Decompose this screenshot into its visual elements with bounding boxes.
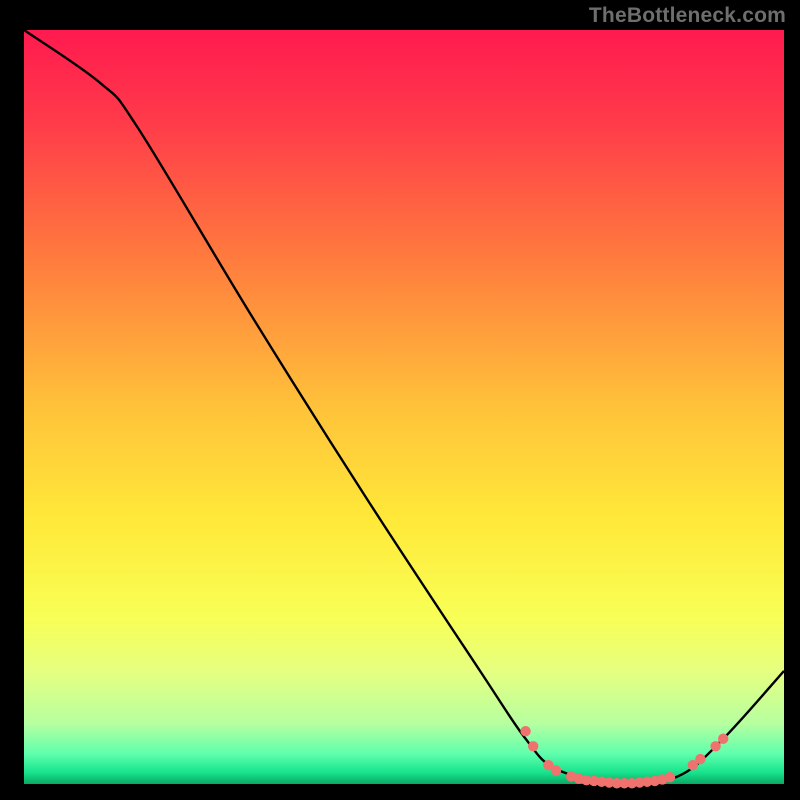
curve-marker xyxy=(665,772,675,782)
bottleneck-curve-chart xyxy=(0,0,800,800)
watermark-text: TheBottleneck.com xyxy=(589,4,786,28)
chart-stage: TheBottleneck.com xyxy=(0,0,800,800)
curve-marker xyxy=(718,734,728,744)
curve-marker xyxy=(710,741,720,751)
curve-marker xyxy=(695,754,705,764)
gradient-background xyxy=(24,30,784,784)
curve-marker xyxy=(551,765,561,775)
curve-marker xyxy=(520,726,530,736)
curve-marker xyxy=(528,741,538,751)
